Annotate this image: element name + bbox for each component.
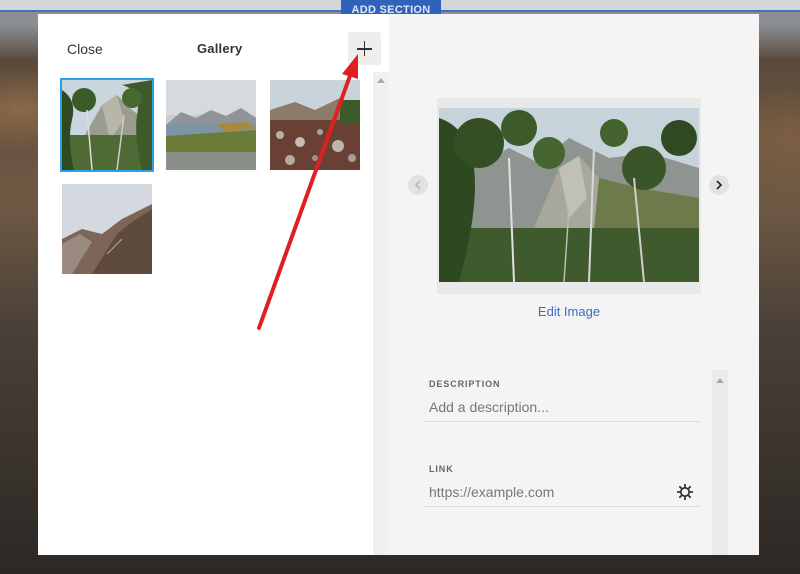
edit-image-link[interactable]: Edit Image	[389, 304, 749, 319]
gallery-thumbnail[interactable]	[62, 184, 152, 274]
preview-image	[439, 108, 699, 282]
chevron-right-icon	[716, 180, 723, 190]
next-image-button[interactable]	[709, 175, 729, 195]
close-button[interactable]: Close	[67, 41, 103, 57]
description-label: DESCRIPTION	[429, 379, 501, 389]
gallery-modal: Close Gallery Edit Image DESCRIPTION Add…	[38, 14, 759, 555]
link-input[interactable]	[423, 477, 700, 507]
image-preview	[437, 98, 701, 294]
scroll-up-arrow-icon[interactable]	[716, 378, 724, 383]
gallery-thumbnail[interactable]	[166, 80, 256, 170]
description-input[interactable]	[423, 392, 700, 422]
gallery-title: Gallery	[197, 41, 243, 56]
gallery-header: Close Gallery	[38, 14, 389, 84]
chevron-left-icon	[414, 180, 421, 190]
gallery-thumbnail[interactable]	[270, 80, 360, 170]
gear-icon[interactable]	[675, 482, 695, 502]
add-section-button[interactable]: ADD SECTION	[341, 0, 441, 14]
gallery-thumbnail[interactable]	[60, 78, 154, 172]
gallery-scrollbar[interactable]	[373, 72, 389, 555]
add-image-button[interactable]	[348, 32, 381, 65]
image-fields: DESCRIPTION LINK	[423, 370, 728, 555]
scroll-up-arrow-icon[interactable]	[377, 78, 385, 83]
image-editor-panel: Edit Image DESCRIPTION LINK	[389, 14, 759, 555]
gallery-panel: Close Gallery	[38, 14, 389, 555]
link-label: LINK	[429, 464, 454, 474]
previous-image-button[interactable]	[408, 175, 428, 195]
fields-scrollbar[interactable]	[712, 370, 728, 555]
